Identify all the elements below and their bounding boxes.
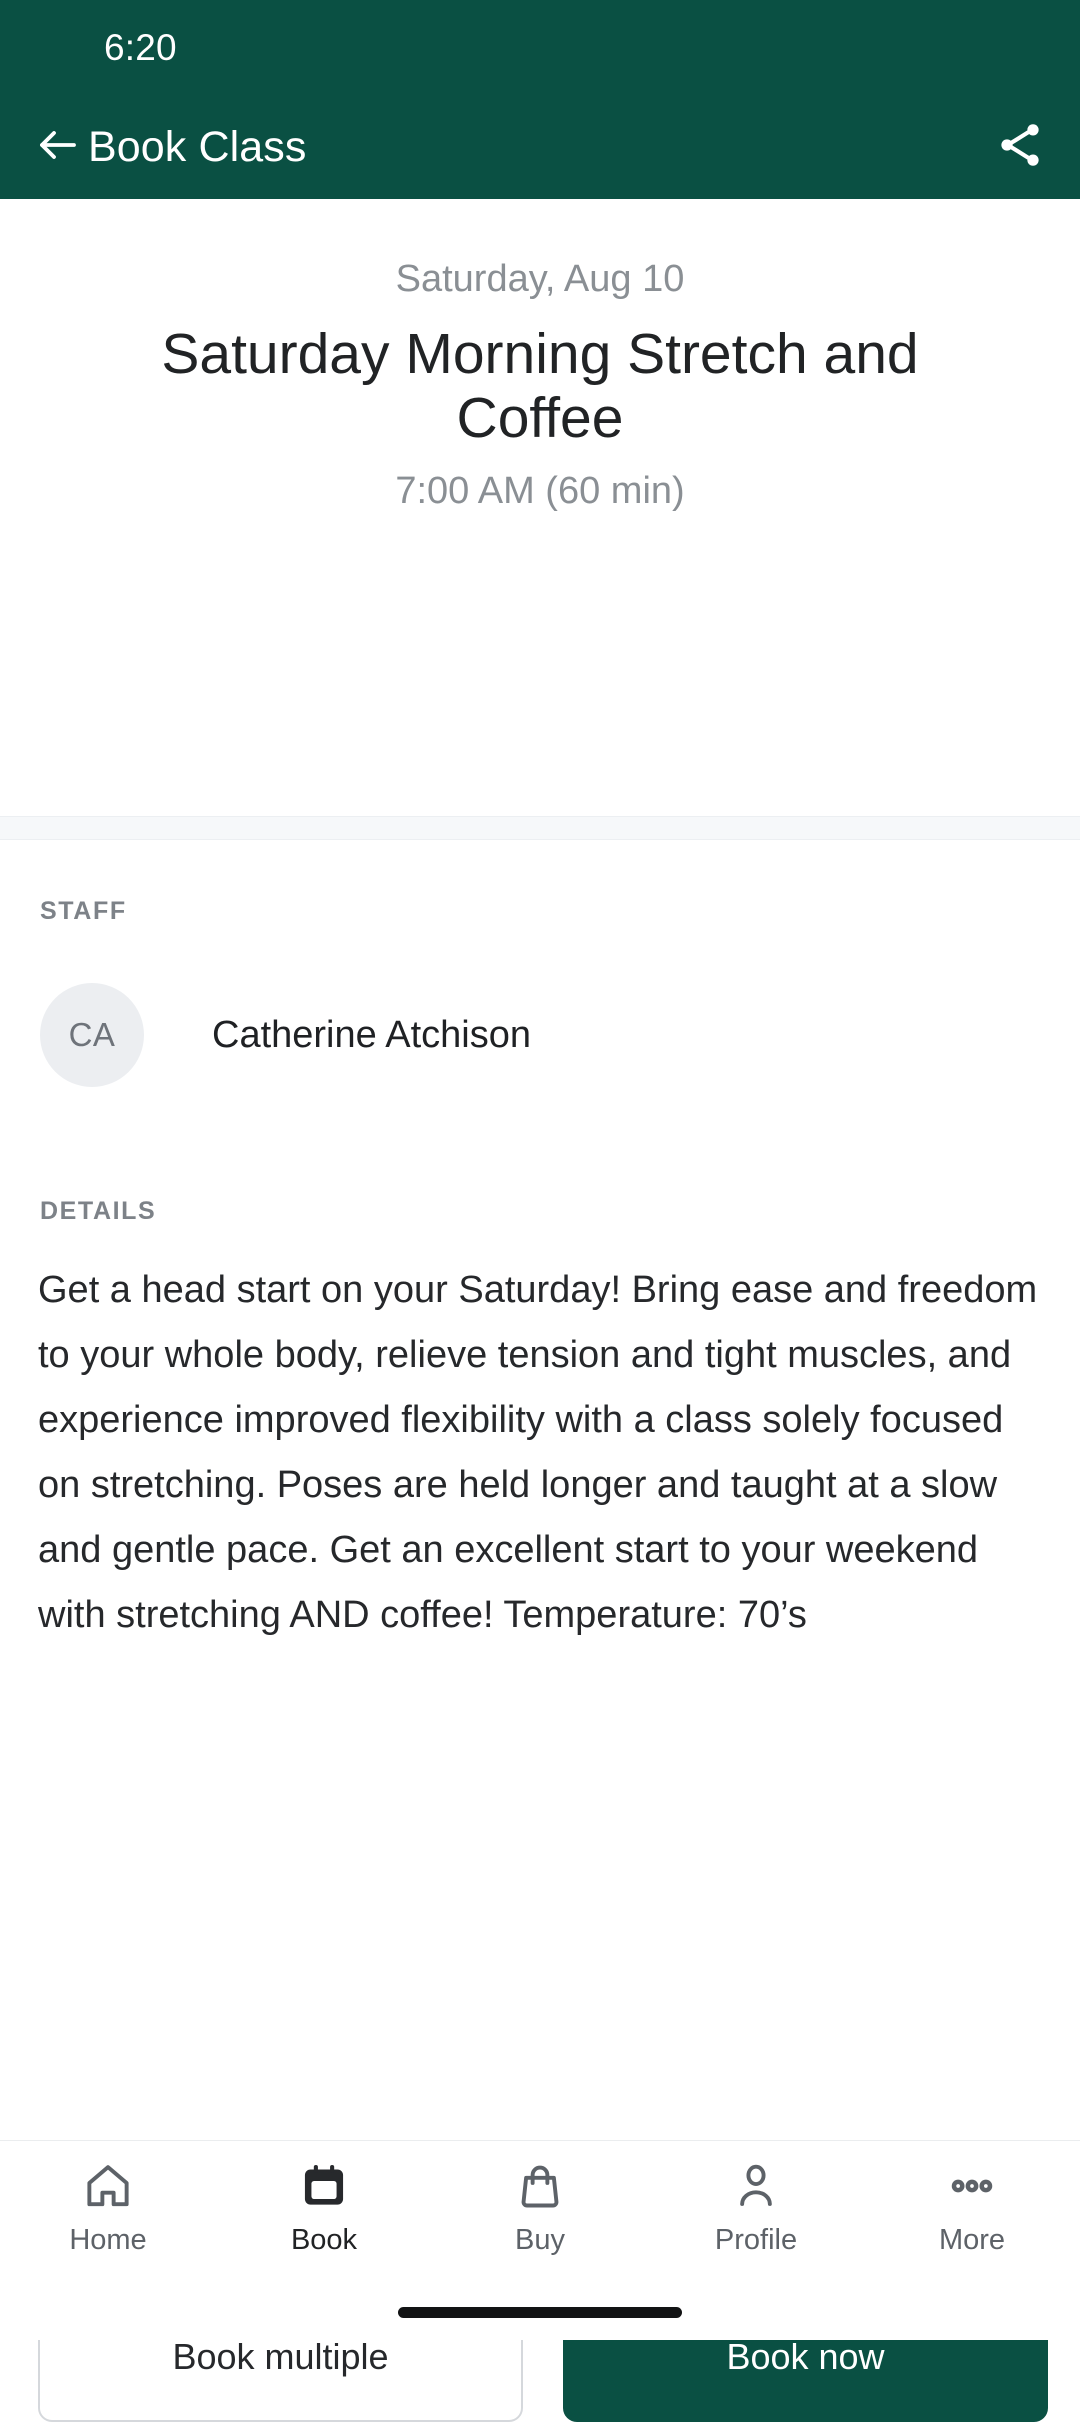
class-title: Saturday Morning Stretch and Coffee <box>161 322 919 450</box>
nav-item-book[interactable]: Book <box>216 2141 432 2291</box>
staff-section-label: STAFF <box>40 897 127 925</box>
section-divider <box>0 816 1080 840</box>
class-time: 7:00 AM (60 min) <box>395 470 685 512</box>
nav-label-home: Home <box>69 2224 147 2256</box>
share-icon <box>994 119 1046 176</box>
details-section-label: DETAILS <box>40 1197 157 1225</box>
staff-name: Catherine Atchison <box>212 1014 531 1056</box>
nav-item-home[interactable]: Home <box>0 2141 216 2291</box>
app-header: 6:20 Book Class <box>0 0 1080 199</box>
person-icon <box>727 2157 785 2215</box>
nav-label-book: Book <box>290 2224 358 2256</box>
class-description: Get a head start on your Saturday! Bring… <box>38 1269 1038 1636</box>
class-date: Saturday, Aug 10 <box>395 258 685 300</box>
home-icon <box>79 2157 137 2215</box>
page-title: Book Class <box>88 122 307 171</box>
nav-item-more[interactable]: More <box>864 2141 1080 2291</box>
more-dots-icon <box>943 2157 1001 2215</box>
nav-label-more: More <box>938 2224 1006 2256</box>
class-summary: Saturday, Aug 10 Saturday Morning Stretc… <box>0 199 1080 816</box>
arrow-left-icon <box>34 121 82 174</box>
nav-label-buy: Buy <box>515 2224 565 2256</box>
share-button[interactable] <box>986 113 1054 181</box>
class-detail-body: STAFF CA Catherine Atchison DETAILS Get … <box>0 840 1080 2422</box>
nav-item-profile[interactable]: Profile <box>648 2141 864 2291</box>
shopping-bag-icon <box>511 2157 569 2215</box>
nav-label-profile: Profile <box>714 2224 798 2256</box>
status-bar-time: 6:20 <box>104 27 177 68</box>
home-indicator <box>398 2307 682 2318</box>
staff-list-item[interactable]: CA Catherine Atchison <box>40 983 840 1087</box>
app-bar: Book Class <box>0 95 1080 199</box>
nav-item-buy[interactable]: Buy <box>432 2141 648 2291</box>
avatar: CA <box>40 983 144 1087</box>
back-button[interactable] <box>26 115 90 179</box>
bottom-navigation-bar: Home Book Buy Profile More <box>0 2140 1080 2340</box>
status-bar: 6:20 <box>0 0 1080 95</box>
calendar-icon <box>295 2157 353 2215</box>
